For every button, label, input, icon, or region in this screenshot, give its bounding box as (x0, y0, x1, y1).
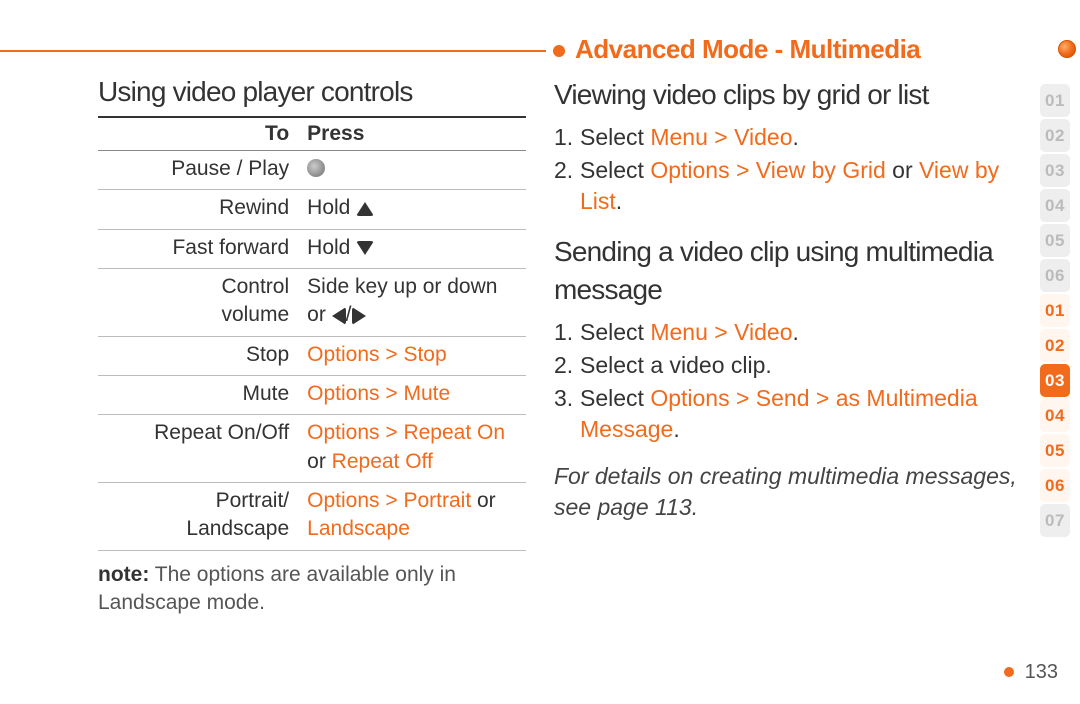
cell-text: or (307, 450, 332, 473)
table-row: Repeat On/Off Options > Repeat On or Rep… (98, 415, 526, 483)
tab-06[interactable]: 06 (1040, 259, 1070, 292)
menu-path: Menu > Video (650, 124, 792, 150)
controls-table: To Press Pause / Play Rewind Hold Fast f… (98, 116, 526, 551)
header-rule-left (0, 50, 546, 52)
cell-to: Portrait/ Landscape (98, 483, 299, 551)
cell-to: Fast forward (98, 229, 299, 268)
right-heading-2: Sending a video clip using multimedia me… (554, 233, 1024, 309)
cell-text: Hold (307, 236, 356, 259)
step-text: . (616, 188, 622, 214)
cell-text: Portrait/ (216, 489, 290, 512)
tab-05[interactable]: 05 (1040, 224, 1070, 257)
cell-press: Hold (299, 190, 526, 229)
menu-path: Options > View by Grid (650, 157, 885, 183)
cell-press: Options > Repeat On or Repeat Off (299, 415, 526, 483)
left-column: Using video player controls To Press Pau… (98, 76, 526, 617)
table-row: Portrait/ Landscape Options > Portrait o… (98, 483, 526, 551)
cell-press: Side key up or down or / (299, 269, 526, 337)
cell-press: Options > Mute (299, 376, 526, 415)
step-number: 1. (554, 317, 573, 348)
table-row: Control volume Side key up or down or / (98, 269, 526, 337)
step: 2. Select a video clip. (554, 350, 1024, 381)
step-text: . (792, 124, 798, 150)
left-heading: Using video player controls (98, 76, 526, 108)
cell-text: Hold (307, 196, 356, 219)
table-header-to: To (98, 117, 299, 151)
right-heading-1: Viewing video clips by grid or list (554, 76, 1024, 114)
cell-text: Landscape (186, 517, 289, 540)
note-label: note: (98, 563, 149, 586)
cell-press (299, 151, 526, 190)
right-arrow-icon (352, 307, 366, 325)
cell-text: Control (221, 275, 289, 298)
page-number: 133 (1019, 661, 1058, 684)
section-header: Advanced Mode - Multimedia (575, 34, 920, 65)
step-number: 1. (554, 122, 573, 153)
tab-03[interactable]: 03 (1040, 154, 1070, 187)
right-column: Viewing video clips by grid or list 1. S… (554, 76, 1024, 523)
cross-reference: For details on creating multimedia messa… (554, 461, 1024, 523)
cell-to: Control volume (98, 269, 299, 337)
step: 1. Select Menu > Video. (554, 317, 1024, 348)
tab-s2-03-active[interactable]: 03 (1040, 364, 1070, 397)
cell-text: or (307, 303, 332, 326)
step-number: 3. (554, 383, 573, 414)
step-text: . (792, 319, 798, 345)
up-arrow-icon (356, 202, 374, 216)
footer-bullet-icon (1004, 667, 1014, 677)
note-text: note: The options are available only in … (98, 561, 526, 618)
step-text: . (673, 416, 679, 442)
step: 1. Select Menu > Video. (554, 122, 1024, 153)
cell-to: Mute (98, 376, 299, 415)
step-text: Select (580, 124, 650, 150)
step-text: Select (580, 157, 650, 183)
table-row: Rewind Hold (98, 190, 526, 229)
tab-s2-02[interactable]: 02 (1040, 329, 1070, 362)
tab-01[interactable]: 01 (1040, 84, 1070, 117)
table-row: Fast forward Hold (98, 229, 526, 268)
tab-04[interactable]: 04 (1040, 189, 1070, 222)
tab-s2-05[interactable]: 05 (1040, 434, 1070, 467)
cell-text: Options > Portrait (307, 489, 471, 512)
step: 2. Select Options > View by Grid or View… (554, 155, 1024, 217)
cell-press: Hold (299, 229, 526, 268)
note-body: The options are available only in Landsc… (98, 563, 456, 614)
tab-02[interactable]: 02 (1040, 119, 1070, 152)
left-arrow-icon (332, 307, 346, 325)
header-orb-icon (1058, 40, 1076, 58)
cell-text: or (471, 489, 496, 512)
menu-path: Menu > Video (650, 319, 792, 345)
cell-text: volume (221, 303, 289, 326)
step-number: 2. (554, 350, 573, 381)
cell-text: Repeat Off (332, 450, 433, 473)
cell-text: Side key up or down (307, 275, 497, 298)
cell-text: Landscape (307, 517, 410, 540)
step-text: Select a video clip. (580, 352, 772, 378)
cell-press: Options > Stop (299, 336, 526, 375)
table-row: Pause / Play (98, 151, 526, 190)
cell-text: Options > Repeat On (307, 421, 505, 444)
table-header-press: Press (299, 117, 526, 151)
tab-s2-06[interactable]: 06 (1040, 469, 1070, 502)
cell-to: Rewind (98, 190, 299, 229)
side-tabs: 01 02 03 04 05 06 01 02 03 04 05 06 07 (1040, 84, 1070, 537)
down-arrow-icon (356, 241, 374, 255)
tab-s2-07[interactable]: 07 (1040, 504, 1070, 537)
cell-to: Pause / Play (98, 151, 299, 190)
step-text: or (886, 157, 919, 183)
header-bullet-icon (553, 45, 565, 57)
cell-to: Repeat On/Off (98, 415, 299, 483)
step-number: 2. (554, 155, 573, 186)
cell-to: Stop (98, 336, 299, 375)
tab-s2-04[interactable]: 04 (1040, 399, 1070, 432)
step-text: Select (580, 385, 650, 411)
cell-press: Options > Portrait or Landscape (299, 483, 526, 551)
step: 3. Select Options > Send > as Multimedia… (554, 383, 1024, 445)
step-text: Select (580, 319, 650, 345)
table-row: Mute Options > Mute (98, 376, 526, 415)
ok-button-icon (307, 159, 325, 177)
table-row: Stop Options > Stop (98, 336, 526, 375)
tab-s2-01[interactable]: 01 (1040, 294, 1070, 327)
